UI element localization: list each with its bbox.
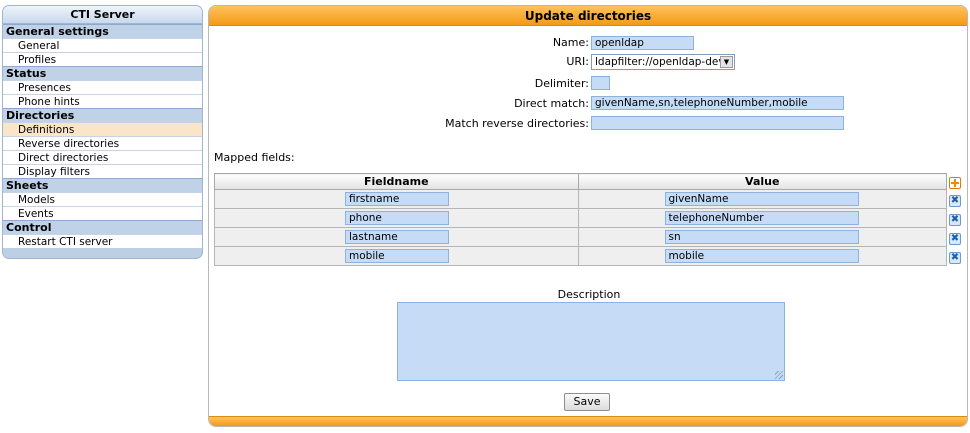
value-input[interactable]: mobile [664,249,859,263]
sidebar-item-restart-cti-server[interactable]: Restart CTI server [3,234,202,248]
sidebar-section-directories: Directories [3,108,202,122]
sidebar-item-label: Models [18,194,55,206]
resize-grip-icon[interactable] [775,371,783,379]
sidebar-section-control: Control [3,220,202,234]
sidebar-item-label: Profiles [18,54,57,66]
uri-select[interactable]: ldapfilter://openldap-dev ▼ [591,54,735,70]
sidebar-item-definitions[interactable]: Definitions [3,122,202,136]
uri-label: URI: [566,55,589,68]
sidebar-title: CTI Server [3,6,202,24]
update-directories-panel: Update directories Name: openldap URI: l… [208,5,968,427]
sidebar-section-general-settings: General settings [3,24,202,38]
sidebar-item-label: Reverse directories [18,138,120,150]
sidebar-item-direct-directories[interactable]: Direct directories [3,150,202,164]
sidebar-item-label: Display filters [18,166,90,178]
table-row: lastname sn [214,227,948,247]
save-button[interactable]: Save [564,393,610,411]
value-input[interactable]: givenName [664,192,859,206]
fieldname-input[interactable]: phone [345,211,449,225]
delimiter-field[interactable] [591,76,610,90]
delimiter-label: Delimiter: [534,77,589,90]
mapped-fields-label: Mapped fields: [214,151,295,164]
value-input[interactable]: telephoneNumber [664,211,859,225]
panel-title: Update directories [209,6,967,26]
sidebar-item-models[interactable]: Models [3,192,202,206]
direct-match-label: Direct match: [514,97,589,110]
name-field[interactable]: openldap [591,36,694,50]
table-row: mobile mobile [214,246,948,266]
sidebar-item-label: Events [18,208,54,220]
sidebar-item-general[interactable]: General [3,38,202,52]
description-label: Description [557,288,621,301]
sidebar-section-sheets: Sheets [3,178,202,192]
sidebar-item-label: Direct directories [18,152,109,164]
name-label: Name: [552,36,589,49]
delete-icon[interactable]: ✖ [949,214,961,226]
direct-match-field[interactable]: givenName,sn,telephoneNumber,mobile [591,96,844,110]
panel-footer [209,416,967,426]
delete-icon[interactable]: ✖ [949,195,961,207]
sidebar-item-label: Phone hints [18,96,80,108]
sidebar-item-reverse-directories[interactable]: Reverse directories [3,136,202,150]
match-reverse-label: Match reverse directories: [445,117,589,130]
value-input[interactable]: sn [664,230,859,244]
sidebar-item-label: Definitions [18,124,75,136]
sidebar-item-display-filters[interactable]: Display filters [3,164,202,178]
fieldname-input[interactable]: firstname [345,192,449,206]
fieldname-header: Fieldname [214,173,579,190]
table-row: phone telephoneNumber [214,208,948,228]
sidebar-item-events[interactable]: Events [3,206,202,220]
sidebar-item-label: Presences [18,82,71,94]
add-icon[interactable] [949,177,961,189]
sidebar-item-label: General [18,40,60,52]
fieldname-input[interactable]: mobile [345,249,449,263]
uri-select-value: ldapfilter://openldap-dev [595,56,725,68]
mapped-fields-table: Fieldname Value firstname givenName phon… [214,173,948,266]
chevron-down-icon[interactable]: ▼ [720,56,733,68]
sidebar-item-profiles[interactable]: Profiles [3,52,202,66]
match-reverse-field[interactable] [591,116,844,130]
delete-icon[interactable]: ✖ [949,233,961,245]
sidebar: CTI Server General settings General Prof… [2,5,203,259]
sidebar-section-status: Status [3,66,202,80]
fieldname-input[interactable]: lastname [345,230,449,244]
sidebar-item-phone-hints[interactable]: Phone hints [3,94,202,108]
delete-icon[interactable]: ✖ [949,252,961,264]
description-textarea[interactable] [397,302,785,381]
table-row: firstname givenName [214,189,948,209]
value-header: Value [577,173,948,190]
sidebar-item-presences[interactable]: Presences [3,80,202,94]
sidebar-item-label: Restart CTI server [18,236,113,248]
